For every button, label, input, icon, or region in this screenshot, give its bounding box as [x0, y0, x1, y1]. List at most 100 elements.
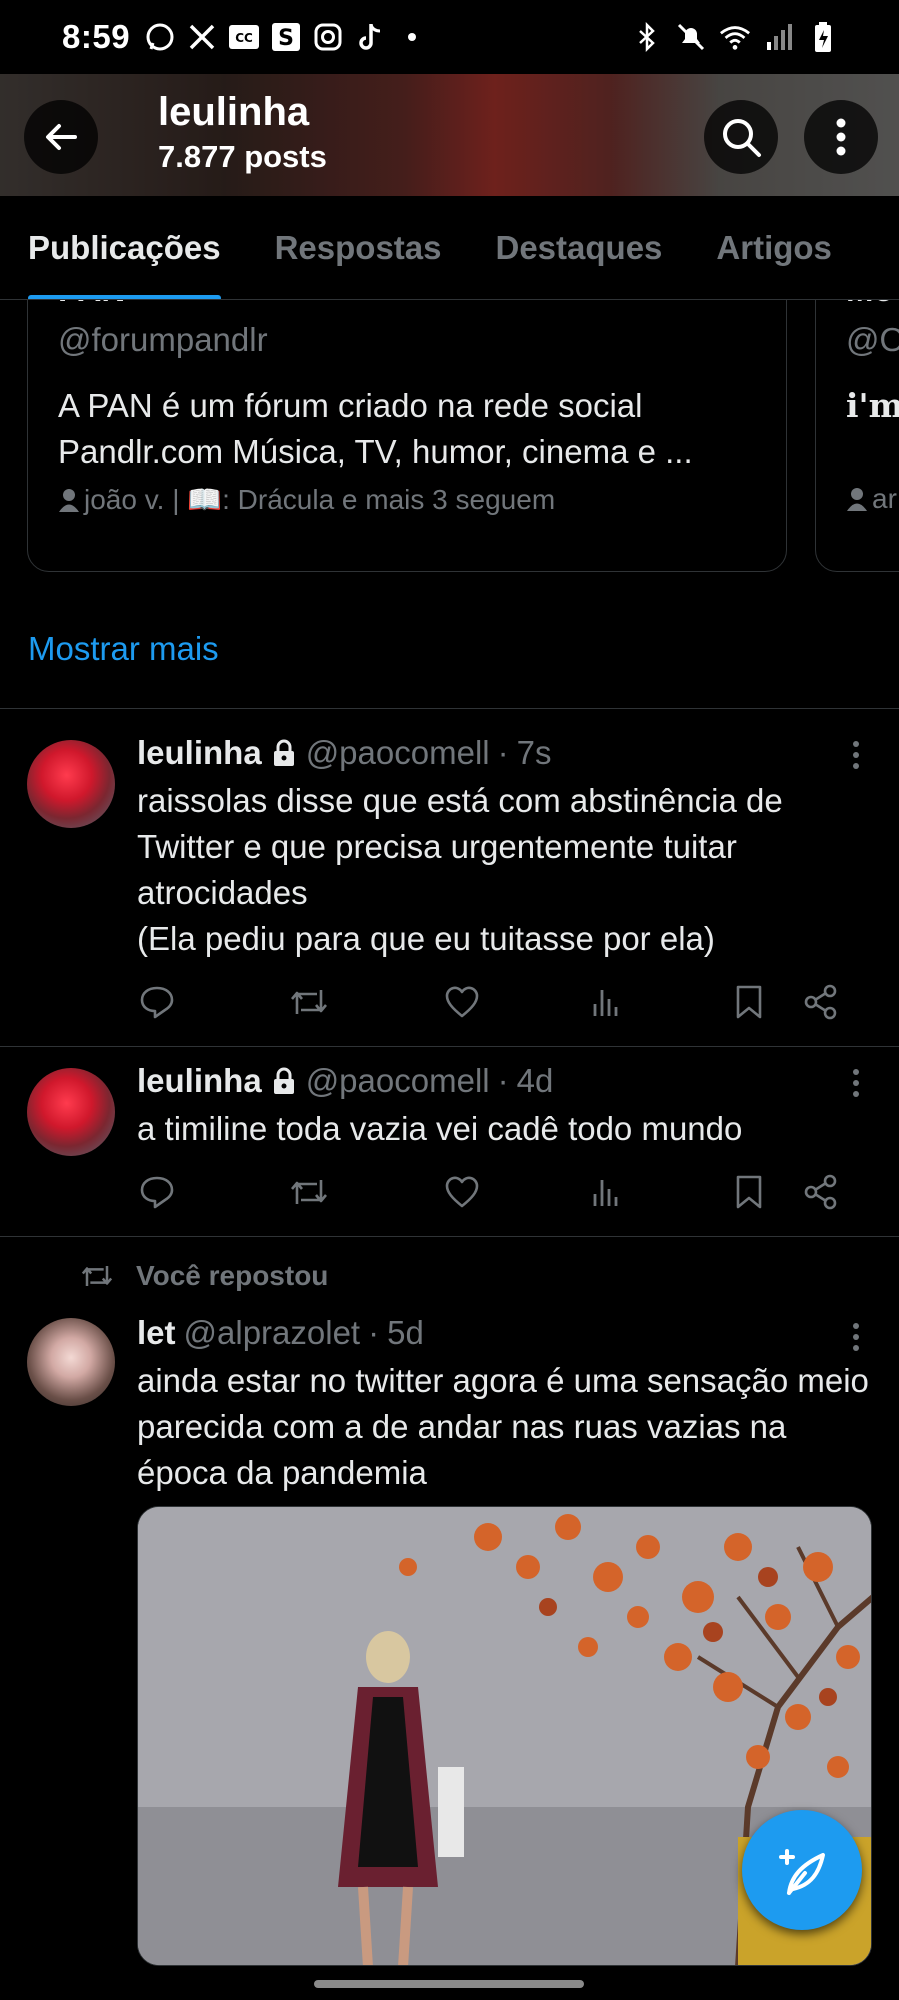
signal-icon	[763, 21, 795, 53]
analytics-icon	[593, 990, 618, 1016]
tweet-header: let @alprazolet · 5d	[137, 1314, 424, 1352]
suggestion-card[interactable]: Mo @O i'm ar	[815, 300, 899, 572]
dot-icon	[396, 21, 428, 53]
repost-button[interactable]	[289, 1172, 329, 1212]
tweet-header: leulinha @paocomell · 4d	[137, 1062, 553, 1100]
more-vertical-icon[interactable]	[851, 740, 861, 770]
reply-icon	[140, 986, 174, 1019]
tweet-header: leulinha @paocomell · 7s	[137, 734, 551, 772]
suggestion-name: Mo	[846, 300, 894, 309]
heart-icon	[445, 986, 479, 1018]
lock-icon	[272, 1067, 296, 1095]
display-name[interactable]: leulinha	[137, 734, 262, 772]
system-icons	[631, 21, 839, 53]
home-indicator[interactable]	[314, 1980, 584, 1988]
bookmark-button[interactable]	[729, 982, 769, 1022]
share-icon	[804, 1174, 837, 1210]
svg-text:CC: CC	[235, 31, 253, 45]
compose-button[interactable]	[742, 1810, 862, 1930]
bookmark-button[interactable]	[729, 1172, 769, 1212]
status-bar: 8:59 CC S	[0, 0, 899, 74]
more-vertical-icon[interactable]	[851, 1068, 861, 1098]
repost-button[interactable]	[289, 982, 329, 1022]
avatar[interactable]	[27, 740, 115, 828]
repost-icon	[81, 1266, 113, 1286]
tweet-text: ainda estar no twitter agora é uma sensa…	[137, 1362, 869, 1491]
profile-name: leulinha	[158, 90, 310, 134]
more-vertical-icon[interactable]	[851, 1322, 861, 1352]
tab-respostas[interactable]: Respostas	[275, 229, 442, 267]
s-app-icon: S	[270, 21, 302, 53]
followed-by: joão v. | 📖: Drácula e mais 3 seguem	[58, 483, 555, 516]
share-button[interactable]	[801, 982, 841, 1022]
tweet-text: a timiline toda vazia vei cadê todo mund…	[137, 1110, 743, 1147]
tab-publicacoes[interactable]: Publicações	[28, 229, 221, 299]
bookmark-icon	[736, 985, 762, 1019]
like-button[interactable]	[442, 982, 482, 1022]
more-options-button[interactable]	[804, 100, 878, 174]
suggestion-handle: @forumpandlr	[58, 321, 268, 358]
suggestion-name: PAN	[58, 300, 125, 309]
tweet-actions	[137, 982, 857, 1022]
tweet[interactable]: leulinha @paocomell · 4d a timiline toda…	[0, 1058, 899, 1236]
reply-button[interactable]	[137, 1172, 177, 1212]
suggestion-card[interactable]: PAN @forumpandlr A PAN é um fórum criado…	[27, 300, 787, 572]
avatar[interactable]	[27, 1318, 115, 1406]
reply-icon	[140, 1176, 174, 1209]
tweet-time[interactable]: 5d	[387, 1314, 424, 1352]
profile-header: leulinha 7.877 posts	[0, 74, 899, 196]
tweet-time[interactable]: 7s	[517, 734, 552, 772]
whatsapp-icon	[144, 21, 176, 53]
profile-title: leulinha 7.877 posts	[158, 90, 327, 175]
display-name[interactable]: let	[137, 1314, 176, 1352]
repost-icon	[291, 1180, 327, 1204]
tab-destaques[interactable]: Destaques	[496, 229, 663, 267]
tweet-time[interactable]: 4d	[517, 1062, 554, 1100]
tab-artigos[interactable]: Artigos	[716, 229, 832, 267]
search-button[interactable]	[704, 100, 778, 174]
views-button[interactable]	[587, 1172, 627, 1212]
suggestion-handle: @O	[846, 321, 899, 358]
avatar[interactable]	[27, 1068, 115, 1156]
person-icon	[59, 488, 79, 512]
tweet[interactable]: leulinha @paocomell · 7s raissolas disse…	[0, 730, 899, 1046]
separator-dot: ·	[368, 1314, 380, 1351]
wifi-icon	[719, 21, 751, 53]
display-name[interactable]: leulinha	[137, 1062, 262, 1100]
like-button[interactable]	[442, 1172, 482, 1212]
repost-icon	[291, 990, 327, 1014]
heart-icon	[445, 1176, 479, 1208]
separator-dot: ·	[497, 1062, 509, 1099]
share-button[interactable]	[801, 1172, 841, 1212]
tweet-text: raissolas disse que está com abstinência…	[137, 782, 783, 957]
back-button[interactable]	[24, 100, 98, 174]
followed-by-text: joão v. | 📖: Drácula e mais 3 seguem	[84, 484, 556, 515]
mute-icon	[675, 21, 707, 53]
reply-button[interactable]	[137, 982, 177, 1022]
post-count: 7.877 posts	[158, 139, 327, 174]
suggestion-bio: A PAN é um fórum criado na rede social P…	[58, 387, 693, 470]
svg-text:S: S	[278, 26, 294, 51]
show-more-link[interactable]: Mostrar mais	[28, 630, 219, 668]
separator-dot: ·	[497, 734, 509, 771]
views-button[interactable]	[587, 982, 627, 1022]
divider	[0, 708, 899, 709]
bookmark-icon	[736, 1175, 762, 1209]
repost-indicator: Você repostou	[80, 1260, 328, 1292]
user-handle[interactable]: @paocomell	[306, 734, 490, 772]
battery-icon	[807, 21, 839, 53]
caption-icon: CC	[228, 21, 260, 53]
tiktok-icon	[354, 21, 386, 53]
who-to-follow-carousel: PAN @forumpandlr A PAN é um fórum criado…	[0, 300, 899, 572]
user-handle[interactable]: @alprazolet	[184, 1314, 361, 1352]
x-icon	[186, 21, 218, 53]
tweet-actions	[137, 1172, 857, 1212]
more-vertical-icon	[836, 118, 846, 156]
status-time: 8:59	[62, 18, 131, 55]
arrow-left-icon	[46, 124, 77, 150]
analytics-icon	[593, 1180, 618, 1206]
search-icon	[723, 119, 761, 157]
user-handle[interactable]: @paocomell	[306, 1062, 490, 1100]
followed-by: ar	[846, 483, 897, 515]
suggestion-bio: i'm	[846, 386, 899, 425]
